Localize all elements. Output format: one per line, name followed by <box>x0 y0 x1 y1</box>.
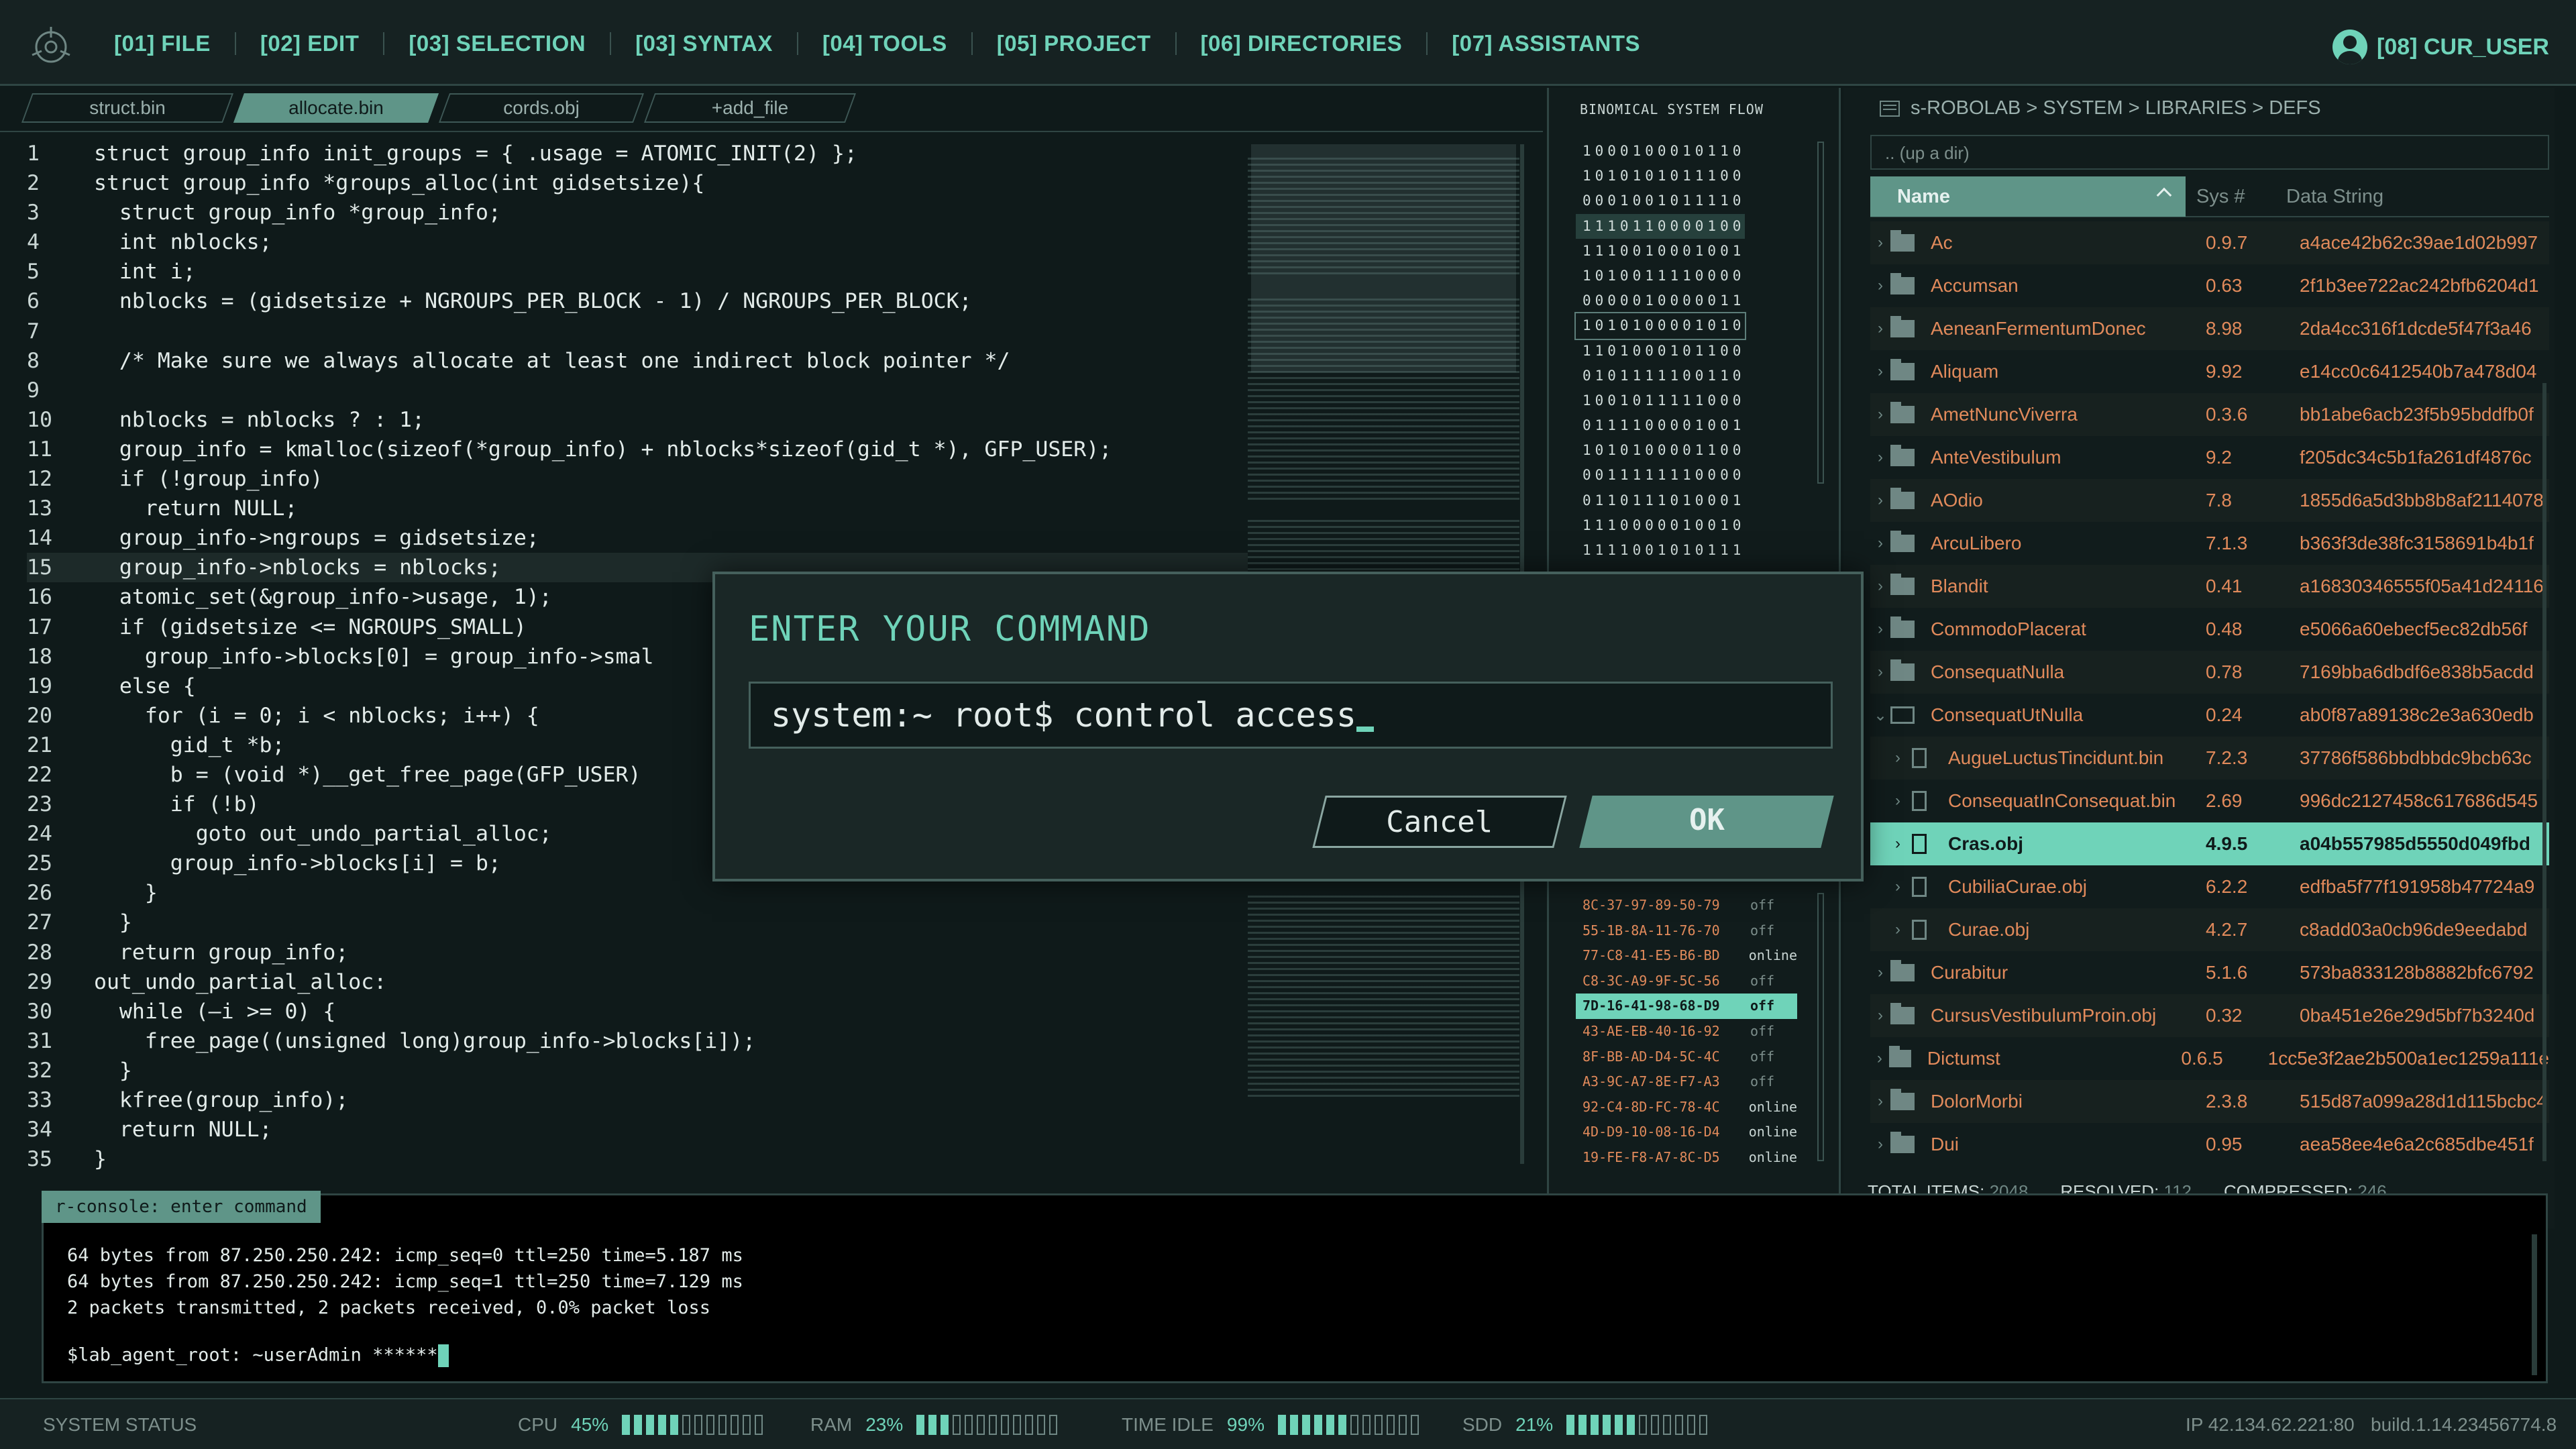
command-text: system:~ root$ control access <box>771 696 1356 735</box>
cancel-label: Cancel <box>1386 805 1493 839</box>
command-input[interactable]: system:~ root$ control access <box>749 682 1833 749</box>
modal-overlay: ENTER YOUR COMMAND system:~ root$ contro… <box>0 0 2576 1449</box>
cancel-button[interactable]: Cancel <box>1312 796 1567 848</box>
dialog-title: ENTER YOUR COMMAND <box>749 609 1151 649</box>
ok-label: OK <box>1688 803 1725 837</box>
text-cursor <box>1356 727 1374 732</box>
command-dialog: ENTER YOUR COMMAND system:~ root$ contro… <box>712 572 1864 881</box>
ok-button[interactable]: OK <box>1579 796 1834 848</box>
